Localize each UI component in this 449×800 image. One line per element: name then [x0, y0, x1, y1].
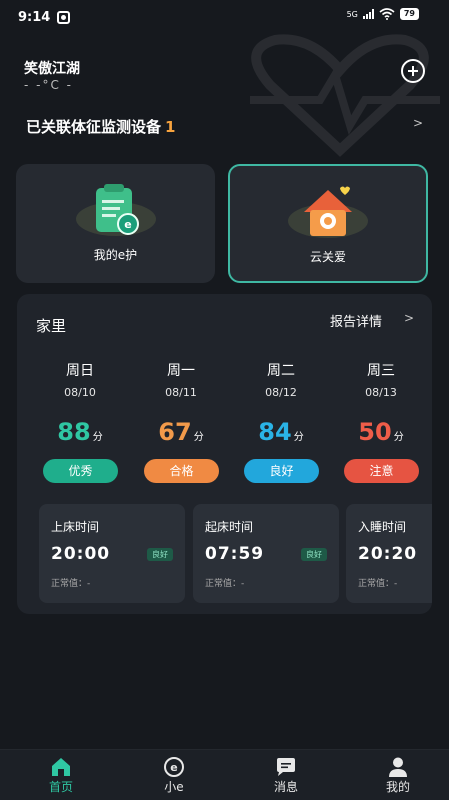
day-column[interactable]: 周一 08/11 67 分 合格: [131, 360, 231, 490]
nav-profile[interactable]: 我的: [368, 750, 428, 800]
cloud-care-label: 云关爱: [309, 250, 346, 264]
bedtime-card[interactable]: 上床时间 20:00 良好 正常值：-: [39, 504, 185, 603]
day-status-badge: 优秀: [43, 459, 118, 483]
network-type: 5G: [346, 9, 358, 19]
stat-normal-value: 正常值：-: [358, 579, 398, 589]
nav-label: 我的: [385, 780, 410, 794]
day-date: 08/12: [265, 386, 297, 399]
nav-xiao-e[interactable]: e 小e: [144, 750, 204, 800]
house-heart-icon: [288, 184, 368, 242]
clipboard-icon: e: [75, 182, 156, 240]
report-details-link[interactable]: 报告详情: [330, 311, 382, 330]
stat-title: 起床时间: [205, 520, 254, 534]
svg-text:e: e: [124, 218, 131, 231]
svg-text:e: e: [170, 761, 177, 774]
my-ehu-card[interactable]: e 我的e护: [16, 164, 215, 283]
wake-time-card[interactable]: 起床时间 07:59 良好 正常值：-: [193, 504, 339, 603]
day-date: 08/10: [64, 386, 96, 399]
signal-icon: [362, 9, 374, 19]
nav-label: 首页: [48, 780, 73, 794]
status-time: 9:14: [18, 10, 51, 25]
nav-messages[interactable]: 消息: [256, 750, 316, 800]
panel-title: 家里: [36, 317, 67, 335]
day-name: 周三: [367, 363, 395, 379]
stat-title: 上床时间: [51, 520, 100, 534]
chevron-right-icon: >: [413, 116, 424, 130]
user-icon: [389, 757, 407, 777]
temperature: - -°C -: [24, 78, 73, 92]
day-column[interactable]: 周二 08/12 84 分 良好: [231, 360, 331, 490]
location-name: 笑傲江湖: [24, 61, 80, 77]
stat-status-badge: 良好: [147, 548, 173, 561]
day-score: 67 分: [158, 418, 204, 446]
day-date: 08/13: [365, 386, 397, 399]
e-logo-icon: e: [164, 757, 184, 777]
day-score: 88 分: [57, 418, 103, 446]
day-status-badge: 合格: [144, 459, 219, 483]
home-icon: [52, 758, 70, 776]
linked-devices-count: 1: [165, 118, 176, 136]
cloud-care-card[interactable]: 云关爱: [228, 164, 428, 283]
stat-value: 07:59: [205, 544, 265, 564]
day-name: 周一: [167, 363, 195, 379]
stat-status-badge: 良好: [301, 548, 327, 561]
day-name: 周日: [66, 363, 94, 379]
bottom-nav: 首页 e 小e 消息 我的: [0, 749, 449, 800]
stat-normal-value: 正常值：-: [51, 579, 91, 589]
nav-label: 小e: [164, 780, 184, 794]
day-score: 84 分: [258, 418, 304, 446]
battery-icon: 79: [399, 8, 419, 20]
linked-devices-label: 已关联体征监测设备 1: [26, 118, 176, 136]
chevron-right-icon[interactable]: >: [404, 311, 414, 325]
my-ehu-label: 我的e护: [93, 248, 138, 262]
app-notification-icon: [57, 11, 70, 24]
nav-label: 消息: [273, 780, 298, 794]
day-column[interactable]: 周三 08/13 50 分 注意: [331, 360, 431, 490]
day-score: 50 分: [358, 418, 404, 446]
day-status-badge: 注意: [344, 459, 419, 483]
linked-devices-row[interactable]: 已关联体征监测设备 1 >: [0, 108, 449, 142]
message-icon: [277, 758, 295, 776]
day-column[interactable]: 周日 08/10 88 分 优秀: [30, 360, 130, 490]
home-panel: 家里 报告详情 > 周日 08/10 88 分 优秀 周一 08/11 67 分 合…: [17, 294, 432, 614]
nav-home[interactable]: 首页: [31, 750, 91, 800]
day-date: 08/11: [165, 386, 197, 399]
status-indicators: 5G 79: [347, 8, 419, 20]
add-button[interactable]: [401, 59, 425, 83]
day-status-badge: 良好: [244, 459, 319, 483]
day-name: 周二: [267, 363, 295, 379]
stat-value: 20:00: [51, 544, 111, 564]
stat-normal-value: 正常值：-: [205, 579, 245, 589]
stat-title: 入睡时间: [358, 520, 407, 534]
stat-value: 20:20: [358, 544, 418, 564]
sleep-onset-card[interactable]: 入睡时间 20:20 正常值：-: [346, 504, 432, 603]
wifi-icon: [379, 8, 395, 20]
